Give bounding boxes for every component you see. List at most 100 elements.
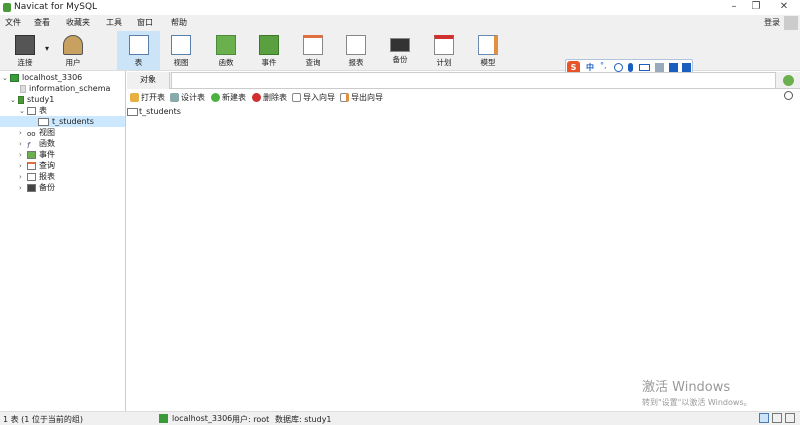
minimize-button[interactable]: – [724, 1, 744, 12]
toolbar-table-button[interactable]: 表 [117, 31, 160, 70]
menu-help[interactable]: 帮助 [171, 17, 187, 28]
tree-item-backups[interactable]: › 备份 [19, 182, 55, 193]
search-icon[interactable] [784, 91, 793, 100]
tree-item-views[interactable]: › oo 视图 [19, 127, 55, 138]
delete-table-button[interactable]: 删除表 [252, 92, 287, 103]
status-count: 1 表 (1 位于当前的组) [3, 415, 84, 424]
tree-item-database[interactable]: ⌄ study1 [10, 94, 54, 105]
tree-item-connection[interactable]: ⌄ localhost_3306 [2, 72, 82, 83]
list-item[interactable]: t_students [127, 106, 181, 117]
open-table-button[interactable]: 打开表 [130, 92, 165, 103]
tree-item-reports[interactable]: › 报表 [19, 171, 55, 182]
backup-icon [27, 183, 36, 192]
table-icon [128, 35, 149, 55]
connection-tree: ⌄ localhost_3306 information_schema ⌄ stud… [0, 71, 126, 411]
import-wizard-button[interactable]: 导入向导 [292, 92, 335, 103]
window-title: Navicat for MySQL [14, 2, 98, 12]
connection-icon [10, 73, 19, 82]
function-icon: f [27, 140, 30, 150]
keyboard-icon[interactable] [639, 64, 650, 71]
event-icon [27, 150, 36, 159]
model-icon [478, 35, 498, 55]
add-connection-icon[interactable] [783, 75, 794, 86]
export-icon [340, 93, 349, 102]
new-table-button[interactable]: 新建表 [211, 92, 246, 103]
new-table-icon [211, 93, 220, 102]
avatar-icon[interactable] [784, 16, 798, 30]
app-logo-icon [3, 3, 11, 12]
tab-area [171, 72, 776, 89]
tree-item-table[interactable]: t_students [0, 116, 125, 127]
toolbar-function-button[interactable]: 函数 [206, 31, 246, 70]
grid-view-icon[interactable] [759, 413, 769, 423]
connection-icon [159, 414, 168, 423]
export-wizard-button[interactable]: 导出向导 [340, 92, 383, 103]
event-icon [259, 35, 279, 55]
object-toolbar: 打开表 设计表 新建表 删除表 导入向导 导出向导 [127, 90, 800, 105]
toolbar-connection-button[interactable]: 连接 [5, 31, 45, 70]
connection-icon [15, 35, 35, 55]
menu-grid-icon[interactable] [682, 63, 691, 72]
tools-icon[interactable] [655, 63, 664, 72]
delete-table-icon [252, 93, 261, 102]
toolbar-query-button[interactable]: 查询 [293, 31, 333, 70]
function-icon [216, 35, 236, 55]
emoji-icon[interactable] [614, 63, 623, 72]
chevron-down-icon[interactable]: ⌄ [10, 95, 18, 106]
report-icon [346, 35, 366, 55]
open-table-icon [130, 93, 139, 102]
status-user: 用户: root [232, 415, 270, 424]
toolbar-user-button[interactable]: 用户 [53, 31, 93, 70]
menu-tools[interactable]: 工具 [106, 17, 122, 28]
menu-window[interactable]: 窗口 [137, 17, 153, 28]
toolbar-model-button[interactable]: 模型 [468, 31, 508, 70]
menu-bar: 文件 查看 收藏夹 工具 窗口 帮助 登录 [0, 15, 800, 30]
status-bar: 1 表 (1 位于当前的组) localhost_3306 用户: root 数… [0, 411, 800, 425]
connection-dropdown-icon[interactable]: ▾ [45, 44, 49, 53]
backup-icon [390, 38, 410, 52]
microphone-icon[interactable] [628, 63, 633, 72]
view-icon [171, 35, 191, 55]
database-icon [18, 95, 24, 104]
close-button[interactable]: ✕ [774, 1, 794, 12]
query-icon [27, 161, 36, 170]
chevron-right-icon[interactable]: › [19, 183, 27, 194]
schedule-icon [434, 35, 454, 55]
user-icon [63, 35, 83, 55]
report-icon [27, 172, 36, 181]
tree-item-database[interactable]: information_schema [20, 83, 110, 94]
tree-item-events[interactable]: › 事件 [19, 149, 55, 160]
login-link[interactable]: 登录 [764, 17, 780, 28]
status-database: 数据库: study1 [275, 415, 332, 424]
tab-bar: 对象 [127, 72, 800, 89]
tree-item-tables[interactable]: ⌄ 表 [19, 105, 47, 116]
skin-icon[interactable] [669, 63, 678, 72]
list-view-icon[interactable] [772, 413, 782, 423]
toolbar-schedule-button[interactable]: 计划 [424, 31, 464, 70]
menu-file[interactable]: 文件 [5, 17, 21, 28]
title-bar: Navicat for MySQL – ❐ ✕ [0, 0, 800, 15]
ime-punct-button[interactable]: °, [600, 61, 607, 70]
design-table-button[interactable]: 设计表 [170, 92, 205, 103]
tree-item-functions[interactable]: › f 函数 [19, 138, 55, 150]
toolbar-backup-button[interactable]: 备份 [380, 31, 420, 70]
status-connection: localhost_3306 [172, 414, 233, 423]
import-icon [292, 93, 301, 102]
query-icon [303, 35, 323, 55]
menu-view[interactable]: 查看 [34, 17, 50, 28]
tree-item-queries[interactable]: › 查询 [19, 160, 55, 171]
database-icon [20, 84, 26, 93]
toolbar-view-button[interactable]: 视图 [161, 31, 201, 70]
detail-view-icon[interactable] [785, 413, 795, 423]
view-icon: oo [27, 129, 36, 138]
toolbar-event-button[interactable]: 事件 [249, 31, 289, 70]
chevron-down-icon[interactable]: ⌄ [2, 73, 10, 84]
menu-favorites[interactable]: 收藏夹 [66, 17, 90, 28]
toolbar-report-button[interactable]: 报表 [336, 31, 376, 70]
restore-button[interactable]: ❐ [746, 1, 766, 12]
table-icon [127, 107, 138, 116]
design-table-icon [170, 93, 179, 102]
object-list: t_students [127, 105, 800, 411]
table-icon [38, 117, 49, 126]
tab-objects[interactable]: 对象 [127, 72, 170, 89]
